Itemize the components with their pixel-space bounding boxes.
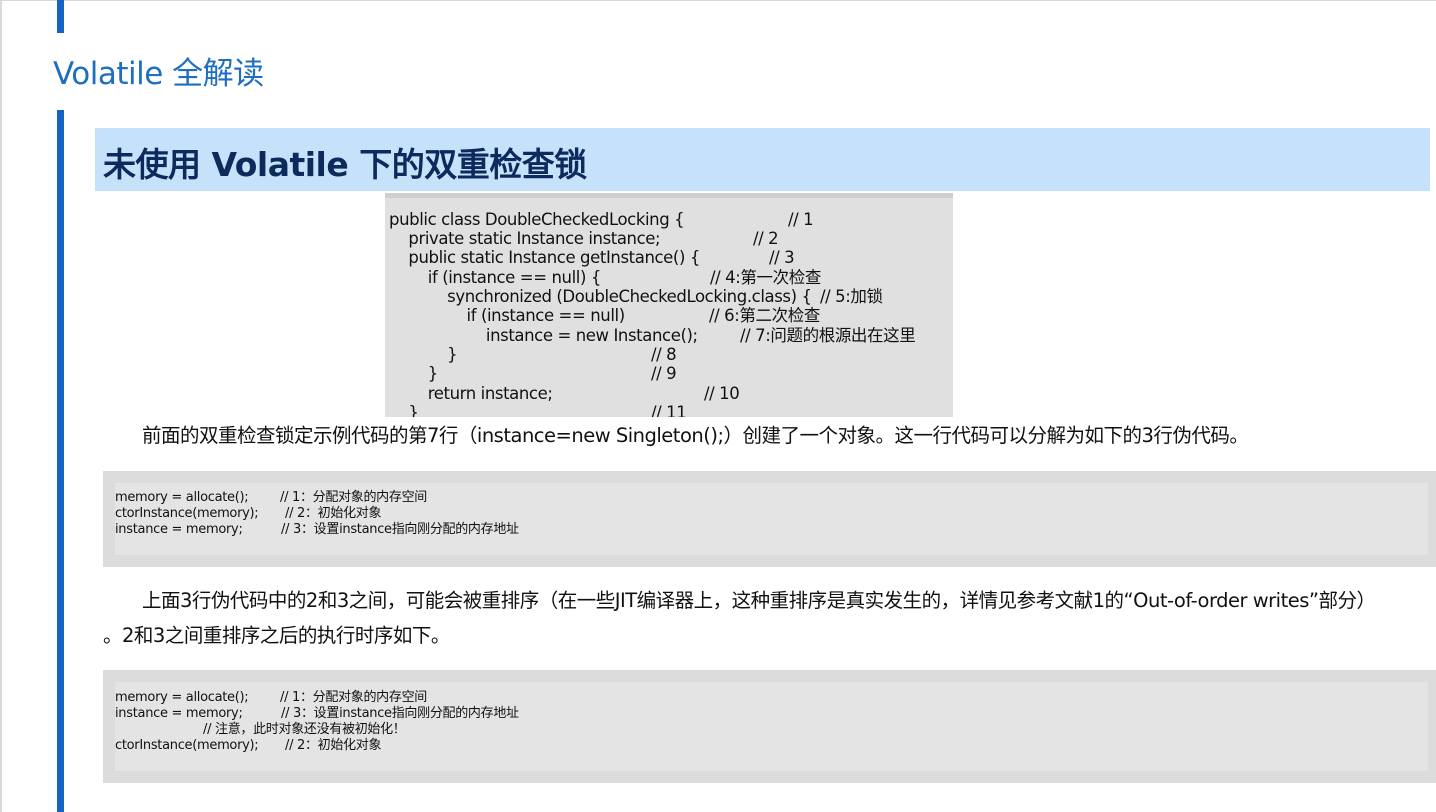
code-comment: // 1 [788, 210, 814, 229]
code-comment: // 6:第二次检查 [709, 306, 820, 325]
code-comment: // 7:问题的根源出在这里 [740, 326, 916, 345]
code-line: public static Instance getInstance() { [389, 248, 700, 267]
code-comment: // 5:加锁 [820, 287, 883, 306]
pseudo-code-comment: // 3：设置instance指向刚分配的内存地址 [281, 706, 519, 721]
code-comment: // 10 [704, 384, 740, 403]
code-line: return instance; [389, 384, 553, 403]
code-line: instance = new Instance(); [389, 326, 698, 345]
pseudo-code-block-1: memory = allocate(); // 1：分配对象的内存空间 ctor… [103, 471, 1436, 567]
pseudo-code-line: memory = allocate(); [115, 690, 249, 705]
pseudo-code-comment: // 1：分配对象的内存空间 [280, 490, 427, 505]
code-example-image: public class DoubleCheckedLocking { // 1… [385, 193, 953, 417]
code-line: public class DoubleCheckedLocking { [389, 210, 685, 229]
pseudo-code-comment: // 注意，此时对象还没有被初始化！ [203, 722, 406, 737]
pseudo-code-block-2: memory = allocate(); // 1：分配对象的内存空间 inst… [103, 670, 1436, 783]
code-line: if (instance == null) [389, 306, 626, 325]
pseudo-code-comment: // 2：初始化对象 [285, 738, 382, 753]
code-comment: // 8 [651, 345, 677, 364]
code-line: } [389, 403, 419, 417]
page-title: Volatile 全解读 [53, 56, 264, 92]
code-comment: // 9 [651, 364, 677, 383]
section-title: 未使用 Volatile 下的双重检查锁 [103, 145, 587, 184]
code-line: synchronized (DoubleCheckedLocking.class… [389, 287, 812, 306]
pseudo-code-line: instance = memory; [115, 522, 243, 537]
pseudo-code-comment: // 1：分配对象的内存空间 [280, 690, 427, 705]
top-accent-bar [57, 0, 64, 33]
code-comment: // 4:第一次检查 [710, 268, 821, 287]
pseudo-code-comment: // 3：设置instance指向刚分配的内存地址 [281, 522, 519, 537]
pseudo-code-panel: memory = allocate(); // 1：分配对象的内存空间 ctor… [115, 483, 1428, 555]
code-comment: // 2 [753, 229, 779, 248]
pseudo-code-line: memory = allocate(); [115, 490, 249, 505]
paragraph-reorder-line2: 。2和3之间重排序之后的执行时序如下。 [103, 624, 450, 647]
side-accent-bar [57, 110, 64, 812]
code-comment: // 3 [769, 248, 795, 267]
paragraph-intro: 前面的双重检查锁定示例代码的第7行（instance=new Singleton… [142, 424, 1249, 447]
code-line: if (instance == null) { [389, 268, 602, 287]
code-line: private static Instance instance; [389, 229, 661, 248]
pseudo-code-panel: memory = allocate(); // 1：分配对象的内存空间 inst… [115, 682, 1428, 771]
code-comment: // 11 [651, 403, 687, 417]
pseudo-code-line: instance = memory; [115, 706, 243, 721]
paragraph-reorder-line1: 上面3行伪代码中的2和3之间，可能会被重排序（在一些JIT编译器上，这种重排序是… [142, 589, 1376, 612]
pseudo-code-line: ctorInstance(memory); [115, 738, 259, 753]
section-banner: 未使用 Volatile 下的双重检查锁 [95, 128, 1430, 191]
pseudo-code-line: ctorInstance(memory); [115, 506, 259, 521]
code-line: } [389, 345, 458, 364]
code-line: } [389, 364, 439, 383]
pseudo-code-comment: // 2：初始化对象 [285, 506, 382, 521]
